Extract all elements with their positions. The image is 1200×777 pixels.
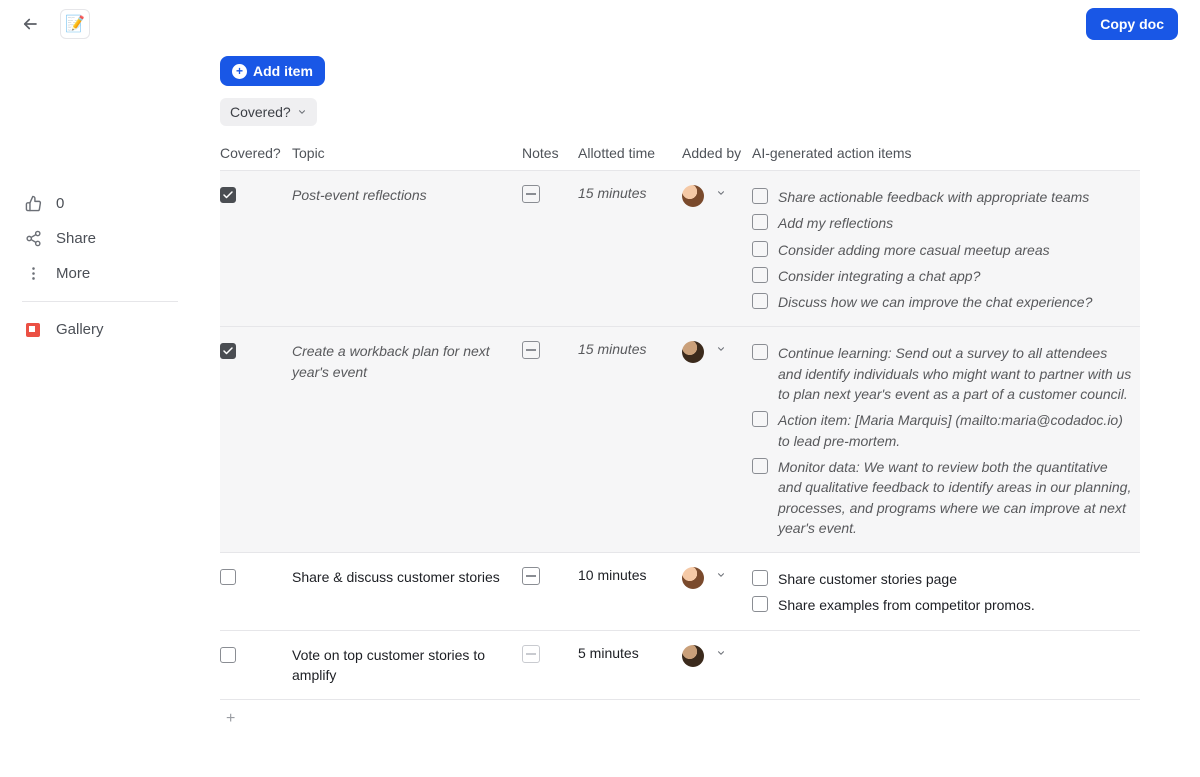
action-item-text: Consider integrating a chat app? bbox=[778, 266, 980, 286]
action-item-checkbox[interactable] bbox=[752, 293, 768, 309]
allotted-time-cell[interactable]: 10 minutes bbox=[578, 553, 682, 597]
action-item-text: Share examples from competitor promos. bbox=[778, 595, 1035, 615]
ai-action-item[interactable]: Discuss how we can improve the chat expe… bbox=[752, 292, 1134, 312]
plus-icon: + bbox=[226, 710, 235, 727]
share-row[interactable]: Share bbox=[18, 223, 182, 254]
like-count: 0 bbox=[56, 195, 64, 212]
ai-action-item[interactable]: Share customer stories page bbox=[752, 569, 1134, 589]
share-icon bbox=[24, 230, 42, 247]
col-covered-header[interactable]: Covered? bbox=[220, 136, 292, 170]
ai-action-items: Continue learning: Send out a survey to … bbox=[752, 343, 1134, 538]
chevron-down-icon bbox=[716, 570, 726, 580]
topic-cell[interactable]: Vote on top customer stories to amplify bbox=[292, 631, 522, 700]
col-notes-header[interactable]: Notes bbox=[522, 136, 578, 170]
ai-action-item[interactable]: Share examples from competitor promos. bbox=[752, 595, 1134, 615]
col-ai-header[interactable]: AI-generated action items bbox=[752, 136, 1140, 170]
copy-doc-button[interactable]: Copy doc bbox=[1086, 8, 1178, 40]
chevron-down-icon bbox=[716, 188, 726, 198]
table-row[interactable]: Create a workback plan for next year's e… bbox=[220, 327, 1140, 553]
action-item-text: Action item: [Maria Marquis] (mailto:mar… bbox=[778, 410, 1134, 451]
allotted-time-cell[interactable]: 15 minutes bbox=[578, 327, 682, 371]
notes-icon[interactable] bbox=[522, 645, 540, 663]
action-item-text: Discuss how we can improve the chat expe… bbox=[778, 292, 1092, 312]
ai-action-item[interactable]: Consider integrating a chat app? bbox=[752, 266, 1134, 286]
ai-action-item[interactable]: Action item: [Maria Marquis] (mailto:mar… bbox=[752, 410, 1134, 451]
allotted-time-cell[interactable]: 5 minutes bbox=[578, 631, 682, 675]
col-topic-header[interactable]: Topic bbox=[292, 136, 522, 170]
added-by-cell[interactable] bbox=[682, 553, 752, 603]
ai-action-item[interactable]: Share actionable feedback with appropria… bbox=[752, 187, 1134, 207]
table-row[interactable]: Post-event reflections 15 minutes Share ac… bbox=[220, 171, 1140, 327]
share-label: Share bbox=[56, 230, 96, 247]
left-sidebar: 0 Share More Gallery bbox=[0, 48, 200, 777]
table-row[interactable]: Share & discuss customer stories 10 minut… bbox=[220, 553, 1140, 631]
more-row[interactable]: More bbox=[18, 258, 182, 289]
top-bar: 📝 Copy doc bbox=[0, 0, 1200, 48]
ai-action-item[interactable]: Monitor data: We want to review both the… bbox=[752, 457, 1134, 538]
filter-covered-chip[interactable]: Covered? bbox=[220, 98, 317, 126]
avatar bbox=[682, 341, 704, 363]
add-item-button[interactable]: + Add item bbox=[220, 56, 325, 86]
covered-checkbox[interactable] bbox=[220, 187, 236, 203]
action-item-checkbox[interactable] bbox=[752, 596, 768, 612]
chevron-down-icon bbox=[297, 107, 307, 117]
covered-checkbox[interactable] bbox=[220, 647, 236, 663]
action-item-checkbox[interactable] bbox=[752, 267, 768, 283]
notes-icon[interactable] bbox=[522, 567, 540, 585]
covered-checkbox[interactable] bbox=[220, 569, 236, 585]
likes-row[interactable]: 0 bbox=[18, 188, 182, 219]
action-item-checkbox[interactable] bbox=[752, 458, 768, 474]
action-item-text: Add my reflections bbox=[778, 213, 893, 233]
gallery-icon bbox=[24, 323, 42, 337]
action-item-text: Share actionable feedback with appropria… bbox=[778, 187, 1089, 207]
topic-cell[interactable]: Create a workback plan for next year's e… bbox=[292, 327, 522, 396]
action-item-checkbox[interactable] bbox=[752, 344, 768, 360]
action-item-text: Continue learning: Send out a survey to … bbox=[778, 343, 1134, 404]
arrow-left-icon bbox=[21, 15, 39, 33]
avatar bbox=[682, 567, 704, 589]
action-item-checkbox[interactable] bbox=[752, 214, 768, 230]
action-item-checkbox[interactable] bbox=[752, 570, 768, 586]
action-item-text: Consider adding more casual meetup areas bbox=[778, 240, 1050, 260]
ai-action-item[interactable]: Continue learning: Send out a survey to … bbox=[752, 343, 1134, 404]
agenda-table: Covered? Topic Notes Allotted time Added… bbox=[220, 136, 1140, 737]
action-item-checkbox[interactable] bbox=[752, 188, 768, 204]
back-button[interactable] bbox=[18, 12, 42, 36]
added-by-cell[interactable] bbox=[682, 631, 752, 681]
action-item-checkbox[interactable] bbox=[752, 241, 768, 257]
action-item-text: Monitor data: We want to review both the… bbox=[778, 457, 1134, 538]
avatar bbox=[682, 185, 704, 207]
chevron-down-icon bbox=[716, 344, 726, 354]
gallery-label: Gallery bbox=[56, 321, 104, 338]
main-content: + Add item Covered? Covered? Topic Notes… bbox=[200, 48, 1200, 777]
sidebar-divider bbox=[22, 301, 178, 302]
col-allotted-header[interactable]: Allotted time bbox=[578, 136, 682, 170]
table-row[interactable]: Vote on top customer stories to amplify 5… bbox=[220, 631, 1140, 701]
doc-icon[interactable]: 📝 bbox=[60, 9, 90, 39]
ai-action-item[interactable]: Consider adding more casual meetup areas bbox=[752, 240, 1134, 260]
action-item-checkbox[interactable] bbox=[752, 411, 768, 427]
added-by-cell[interactable] bbox=[682, 171, 752, 221]
col-addedby-header[interactable]: Added by bbox=[682, 136, 752, 170]
chevron-down-icon bbox=[716, 648, 726, 658]
notes-icon[interactable] bbox=[522, 341, 540, 359]
more-vertical-icon bbox=[24, 265, 42, 282]
added-by-cell[interactable] bbox=[682, 327, 752, 377]
ai-action-items: Share actionable feedback with appropria… bbox=[752, 187, 1134, 312]
thumbs-up-icon bbox=[24, 195, 42, 212]
more-label: More bbox=[56, 265, 90, 282]
covered-checkbox[interactable] bbox=[220, 343, 236, 359]
action-item-text: Share customer stories page bbox=[778, 569, 957, 589]
add-row-button[interactable]: + bbox=[220, 700, 1140, 737]
gallery-row[interactable]: Gallery bbox=[18, 314, 182, 345]
topic-cell[interactable]: Post-event reflections bbox=[292, 171, 522, 219]
ai-action-item[interactable]: Add my reflections bbox=[752, 213, 1134, 233]
notes-icon[interactable] bbox=[522, 185, 540, 203]
table-header: Covered? Topic Notes Allotted time Added… bbox=[220, 136, 1140, 171]
topic-cell[interactable]: Share & discuss customer stories bbox=[292, 553, 522, 601]
plus-circle-icon: + bbox=[232, 64, 247, 79]
allotted-time-cell[interactable]: 15 minutes bbox=[578, 171, 682, 215]
ai-action-items: Share customer stories page Share example… bbox=[752, 569, 1134, 616]
avatar bbox=[682, 645, 704, 667]
